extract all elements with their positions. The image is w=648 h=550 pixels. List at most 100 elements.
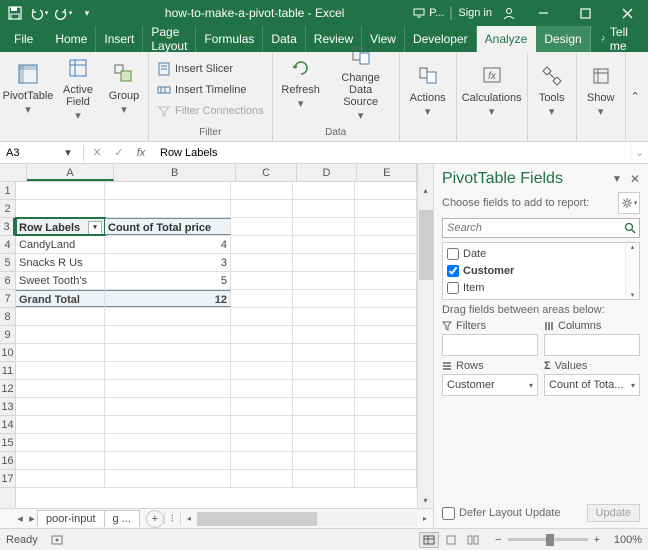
pivot-cell[interactable]: 4 (105, 236, 231, 253)
tell-me[interactable]: Tell me (591, 26, 641, 52)
presentation-mode[interactable]: P... (407, 7, 451, 19)
group-button[interactable]: Group▾ (104, 56, 144, 120)
field-item-date[interactable]: Date (445, 245, 637, 262)
sheet-nav-prev-icon[interactable]: ◂ (14, 512, 26, 525)
macro-record-icon[interactable] (50, 533, 64, 547)
view-normal-icon[interactable] (419, 532, 439, 548)
insert-slicer-button[interactable]: Insert Slicer (153, 59, 268, 79)
vertical-scrollbar[interactable]: ▴ ▾ (417, 182, 433, 508)
cancel-formula-icon[interactable]: ✕ (90, 146, 104, 159)
view-page-layout-icon[interactable] (441, 532, 461, 548)
sheet-tab[interactable]: poor-input (37, 510, 105, 527)
save-icon[interactable] (4, 2, 26, 24)
values-drop-value[interactable]: Count of Tota...▾ (544, 374, 640, 396)
cells[interactable]: Row Labels▾ Count of Total price CandyLa… (16, 182, 417, 508)
active-field-button[interactable]: Active Field▾ (54, 50, 102, 126)
scroll-right-icon[interactable]: ▸ (417, 514, 433, 523)
refresh-button[interactable]: Refresh▾ (277, 50, 325, 114)
tab-design[interactable]: Design (536, 26, 590, 52)
field-checkbox[interactable] (447, 265, 459, 277)
name-box[interactable]: ▾ (0, 145, 84, 161)
area-values[interactable]: ΣValues Count of Tota...▾ (544, 360, 640, 396)
field-search-input[interactable] (442, 218, 640, 238)
row-header[interactable]: 10 (0, 344, 15, 362)
view-page-break-icon[interactable] (463, 532, 483, 548)
name-box-input[interactable] (0, 145, 60, 161)
new-sheet-button[interactable]: + (146, 510, 164, 528)
row-header[interactable]: 17 (0, 470, 15, 488)
pivot-cell[interactable]: CandyLand (16, 236, 105, 253)
row-header[interactable]: 6 (0, 272, 15, 290)
field-list-scrollbar[interactable]: ▴▾ (625, 243, 639, 299)
tab-file[interactable]: File (0, 26, 47, 52)
tab-developer[interactable]: Developer (405, 26, 477, 52)
search-icon[interactable] (624, 222, 636, 234)
row-header[interactable]: 3 (0, 218, 15, 236)
pivot-grand-total[interactable]: Grand Total (16, 290, 105, 307)
scroll-thumb[interactable] (197, 512, 317, 526)
area-columns[interactable]: Columns (544, 320, 640, 356)
pivot-cell[interactable]: Sweet Tooth's (16, 272, 105, 289)
row-header[interactable]: 8 (0, 308, 15, 326)
row-header[interactable]: 14 (0, 416, 15, 434)
insert-timeline-button[interactable]: Insert Timeline (153, 80, 268, 100)
scroll-up-icon[interactable]: ▴ (631, 243, 635, 251)
scroll-left-icon[interactable]: ◂ (181, 514, 197, 523)
zoom-in-button[interactable]: + (594, 534, 600, 546)
field-checkbox[interactable] (447, 248, 459, 260)
formula-input[interactable] (156, 145, 630, 161)
zoom-level[interactable]: 100% (606, 534, 642, 546)
tools-button[interactable]: Tools▾ (532, 58, 572, 122)
tab-insert[interactable]: Insert (96, 26, 143, 52)
change-data-source-button[interactable]: Change Data Source▾ (327, 38, 395, 126)
filter-connections-button[interactable]: Filter Connections (153, 101, 268, 121)
row-header[interactable]: 5 (0, 254, 15, 272)
pivot-grand-total-value[interactable]: 12 (105, 290, 231, 307)
pivot-cell[interactable]: 3 (105, 254, 231, 271)
row-header[interactable]: 13 (0, 398, 15, 416)
field-item-customer[interactable]: Customer (445, 262, 637, 279)
row-header[interactable]: 1 (0, 182, 15, 200)
pivot-header-rowlabels[interactable]: Row Labels▾ (16, 218, 105, 235)
insert-function-icon[interactable]: fx (134, 147, 148, 159)
expand-formula-bar-icon[interactable]: ⌄ (630, 146, 648, 159)
pivot-header-count[interactable]: Count of Total price (105, 218, 231, 235)
tab-home[interactable]: Home (47, 26, 96, 52)
row-header[interactable]: 4 (0, 236, 15, 254)
enter-formula-icon[interactable]: ✓ (112, 146, 126, 159)
sign-in[interactable]: Sign in (451, 6, 522, 20)
show-button[interactable]: Show▾ (581, 58, 621, 122)
area-filters[interactable]: Filters (442, 320, 538, 356)
select-all-corner[interactable] (0, 164, 27, 181)
share-button[interactable]: Share (641, 26, 648, 52)
undo-icon[interactable]: ▾ (28, 2, 50, 24)
column-header[interactable]: D (297, 164, 357, 181)
tab-split-handle[interactable]: ⁝ (164, 512, 180, 525)
zoom-slider[interactable] (508, 538, 588, 541)
scroll-thumb[interactable] (419, 210, 433, 280)
name-box-dropdown-icon[interactable]: ▾ (60, 146, 76, 159)
zoom-out-button[interactable]: − (495, 534, 501, 546)
actions-button[interactable]: Actions▾ (404, 58, 452, 122)
row-header[interactable]: 2 (0, 200, 15, 218)
pivot-cell[interactable]: Snacks R Us (16, 254, 105, 271)
zoom-slider-thumb[interactable] (546, 534, 554, 546)
redo-icon[interactable]: ▾ (52, 2, 74, 24)
scroll-up-icon[interactable]: ▴ (418, 182, 434, 198)
tab-formulas[interactable]: Formulas (196, 26, 263, 52)
update-button[interactable]: Update (587, 504, 640, 522)
field-item-item[interactable]: Item (445, 279, 637, 296)
scroll-down-icon[interactable]: ▾ (418, 492, 434, 508)
rows-drop-value[interactable]: Customer▾ (442, 374, 538, 396)
close-button[interactable] (606, 0, 648, 26)
maximize-button[interactable] (564, 0, 606, 26)
area-rows[interactable]: Rows Customer▾ (442, 360, 538, 396)
pivot-cell[interactable]: 5 (105, 272, 231, 289)
row-header[interactable]: 12 (0, 380, 15, 398)
row-header[interactable]: 9 (0, 326, 15, 344)
column-header[interactable]: E (357, 164, 417, 181)
defer-layout-checkbox[interactable]: Defer Layout Update (442, 507, 561, 520)
field-search[interactable] (442, 218, 640, 238)
collapse-ribbon-icon[interactable]: ⌃ (625, 52, 645, 141)
minimize-button[interactable] (522, 0, 564, 26)
